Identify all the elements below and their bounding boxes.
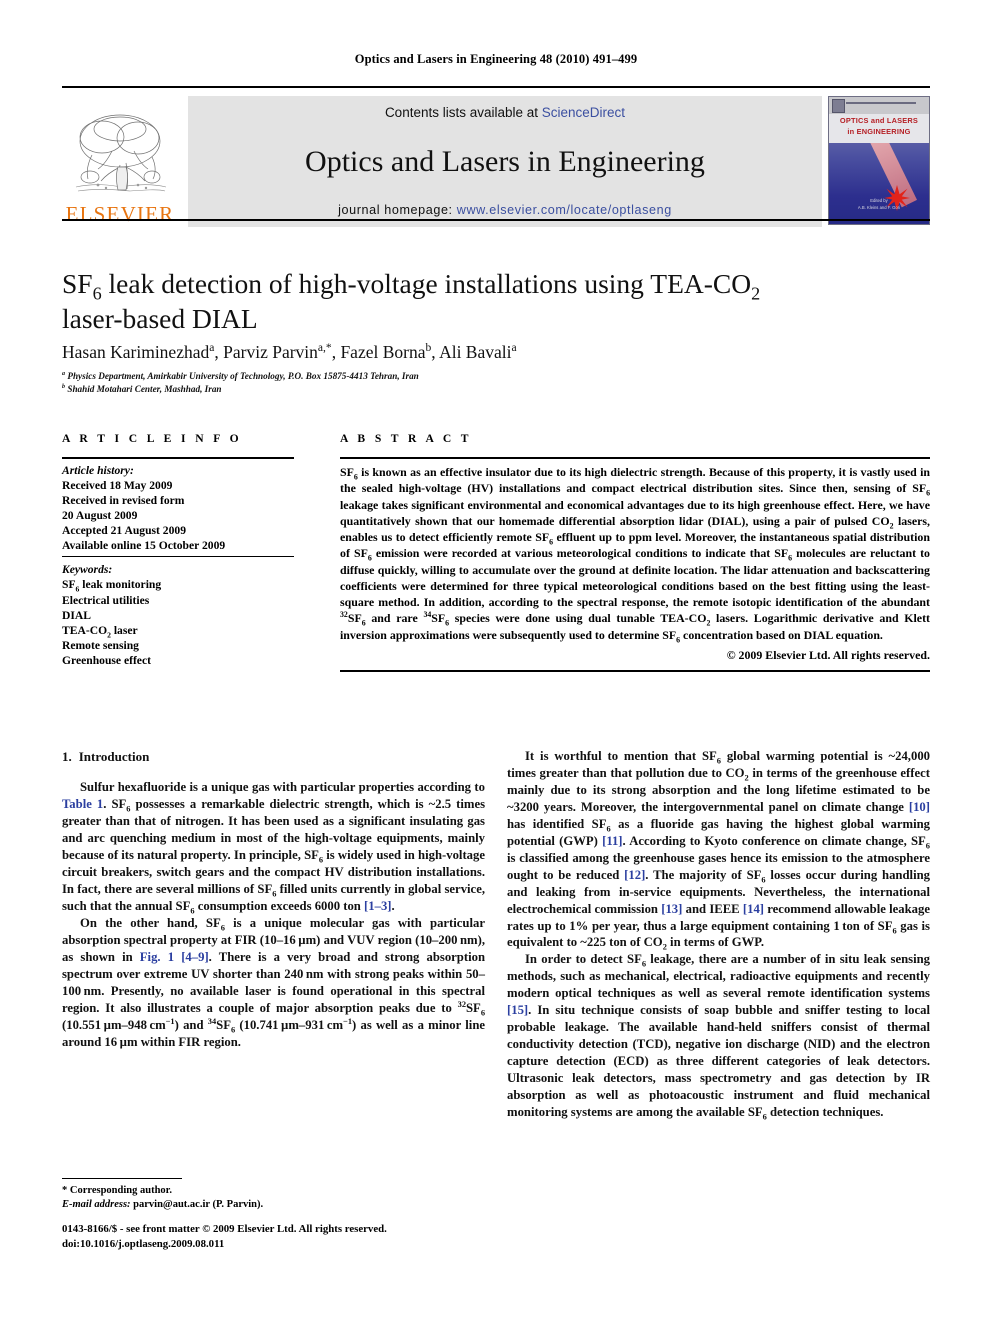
running-head: Optics and Lasers in Engineering 48 (201… — [354, 52, 638, 66]
paragraph: In order to detect SF6 leakage, there ar… — [507, 952, 931, 1122]
sciencedirect-link[interactable]: ScienceDirect — [542, 105, 625, 120]
banner-center: Contents lists available at ScienceDirec… — [188, 96, 822, 227]
history-item: Received 18 May 2009 — [62, 479, 173, 493]
keyword-item: Electrical utilities — [62, 593, 150, 607]
cover-title-line1: OPTICS and LASERS — [839, 116, 919, 125]
cover-top-text — [846, 102, 916, 104]
author-affil-marker: a, — [317, 342, 326, 355]
citation-link-14[interactable]: [14] — [743, 902, 764, 916]
elsevier-tree-icon — [75, 114, 167, 192]
article-history-label: Article history: — [62, 464, 134, 477]
title-part-1: SF — [62, 268, 93, 299]
footnote-block: * Corresponding author. E-mail address: … — [62, 1178, 485, 1213]
journal-homepage-link[interactable]: www.elsevier.com/locate/optlaseng — [457, 203, 672, 217]
cover-title-line2: in ENGINEERING — [847, 127, 911, 136]
figure-1-link[interactable]: Fig. 1 — [140, 950, 174, 964]
homepage-prefix: journal homepage: — [338, 203, 457, 217]
elsevier-wordmark: ELSEVIER — [65, 202, 175, 226]
history-item: Accepted 21 August 2009 — [62, 524, 186, 538]
citation-link-13[interactable]: [13] — [661, 902, 682, 916]
keywords-label: Keywords: — [62, 563, 113, 577]
citation-link-1-3[interactable]: [1–3] — [364, 899, 391, 913]
paragraph: On the other hand, SF6 is a unique molec… — [62, 915, 486, 1049]
abstract-copyright: © 2009 Elsevier Ltd. All rights reserved… — [726, 647, 930, 662]
elsevier-logo: ELSEVIER — [62, 96, 178, 227]
doi-line[interactable]: doi:10.1016/j.optlaseng.2009.08.011 — [62, 1237, 562, 1252]
citation-link-11[interactable]: [11] — [602, 834, 622, 848]
abstract-column: A B S T R A C T SF6 is known as an effec… — [340, 432, 930, 672]
affiliations: a Physics Department, Amirkabir Universi… — [62, 370, 862, 396]
contents-prefix: Contents lists available at — [384, 105, 542, 120]
title-sub-6: 6 — [92, 283, 102, 304]
author-list: Hasan Kariminezhada, Parviz Parvina,*, F… — [62, 342, 517, 362]
corresponding-marker: * — [325, 342, 332, 355]
affiliation-b: b Shahid Motahari Center, Mashhad, Iran — [62, 383, 862, 396]
citation-link-12[interactable]: [12] — [624, 868, 645, 882]
article-info-heading: A R T I C L E I N F O — [62, 432, 243, 445]
journal-banner: ELSEVIER Contents lists available at Sci… — [62, 86, 930, 227]
journal-cover-thumbnail: OPTICS and LASERS in ENGINEERING Edited … — [828, 96, 930, 225]
citation-link-4-9[interactable]: [4–9] — [181, 950, 208, 964]
paper-page: Optics and Lasers in Engineering 48 (201… — [0, 0, 992, 1323]
paragraph: Sulfur hexafluoride is a unique gas with… — [62, 780, 486, 916]
email-note: E-mail address: parvin@aut.ac.ir (P. Par… — [62, 1198, 485, 1212]
body-column-left: 1. Introduction Sulfur hexafluoride is a … — [62, 748, 485, 1051]
cover-publisher-mark — [832, 99, 845, 113]
affil-marker-b: b — [62, 384, 66, 390]
abstract-heading: A B S T R A C T — [340, 432, 472, 445]
page-title: SF6 leak detection of high-voltage insta… — [62, 266, 862, 336]
keyword-item: TEA-CO2 laser — [62, 623, 138, 639]
citation-link-10[interactable]: [10] — [909, 800, 930, 814]
title-line-2: laser-based DIAL — [62, 303, 258, 335]
issn-line: 0143-8166/$ - see front matter © 2009 El… — [62, 1223, 387, 1235]
keyword-item: Greenhouse effect — [62, 653, 151, 667]
affiliation-a: a Physics Department, Amirkabir Universi… — [62, 370, 862, 383]
section-title-introduction: 1. Introduction — [62, 748, 485, 765]
corresponding-author-note: * Corresponding author. — [62, 1185, 172, 1196]
footnote-rule — [62, 1178, 182, 1179]
contents-available-line: Contents lists available at ScienceDirec… — [385, 105, 625, 120]
keyword-item: SF6 leak monitoring — [62, 578, 162, 594]
title-part-2: leak detection of high-voltage installat… — [101, 268, 752, 299]
history-item: 20 August 2009 — [62, 509, 138, 523]
history-item: Available online 15 October 2009 — [62, 539, 226, 553]
email-address[interactable]: parvin@aut.ac.ir (P. Parvin). — [133, 1199, 263, 1210]
journal-homepage-line: journal homepage: www.elsevier.com/locat… — [338, 203, 672, 217]
history-item: Received in revised form — [62, 494, 185, 508]
article-info-column: A R T I C L E I N F O Article history: R… — [62, 432, 294, 668]
body-column-right: It is worthful to mention that SF6 globa… — [507, 748, 930, 1121]
affiliation-b-text: Shahid Motahari Center, Mashhad, Iran — [67, 384, 222, 395]
author-affil-marker: a — [209, 342, 215, 355]
journal-title: Optics and Lasers in Engineering — [305, 144, 705, 178]
keywords-block: Keywords: SF6 leak monitoring Electrical… — [62, 557, 294, 667]
section-number: 1. — [62, 749, 72, 764]
abstract-rule-bottom — [340, 669, 930, 672]
author-affil-marker: a — [511, 342, 517, 355]
paragraph: It is worthful to mention that SF6 globa… — [507, 749, 931, 953]
table-1-link[interactable]: Table 1 — [62, 797, 103, 811]
keyword-item: Remote sensing — [62, 638, 139, 652]
email-label: E-mail address: — [62, 1199, 131, 1211]
author-affil-marker: b — [425, 342, 432, 355]
article-history: Article history: Received 18 May 2009 Re… — [62, 459, 294, 556]
cover-credit-line1: Edited by — [870, 198, 888, 203]
keyword-item: DIAL — [62, 608, 91, 622]
banner-bottom-rule — [62, 219, 930, 221]
title-sub-2: 2 — [751, 283, 761, 304]
abstract-text: SF6 is known as an effective insulator d… — [340, 465, 930, 644]
section-name: Introduction — [78, 749, 150, 764]
citation-link-15[interactable]: [15] — [507, 1003, 528, 1017]
footer-issn-block: 0143-8166/$ - see front matter © 2009 El… — [62, 1222, 562, 1253]
affil-marker-a: a — [62, 370, 66, 377]
cover-credit-line2: A.B. Kleins and F. Gori — [857, 205, 901, 210]
affiliation-a-text: Physics Department, Amirkabir University… — [67, 371, 419, 381]
